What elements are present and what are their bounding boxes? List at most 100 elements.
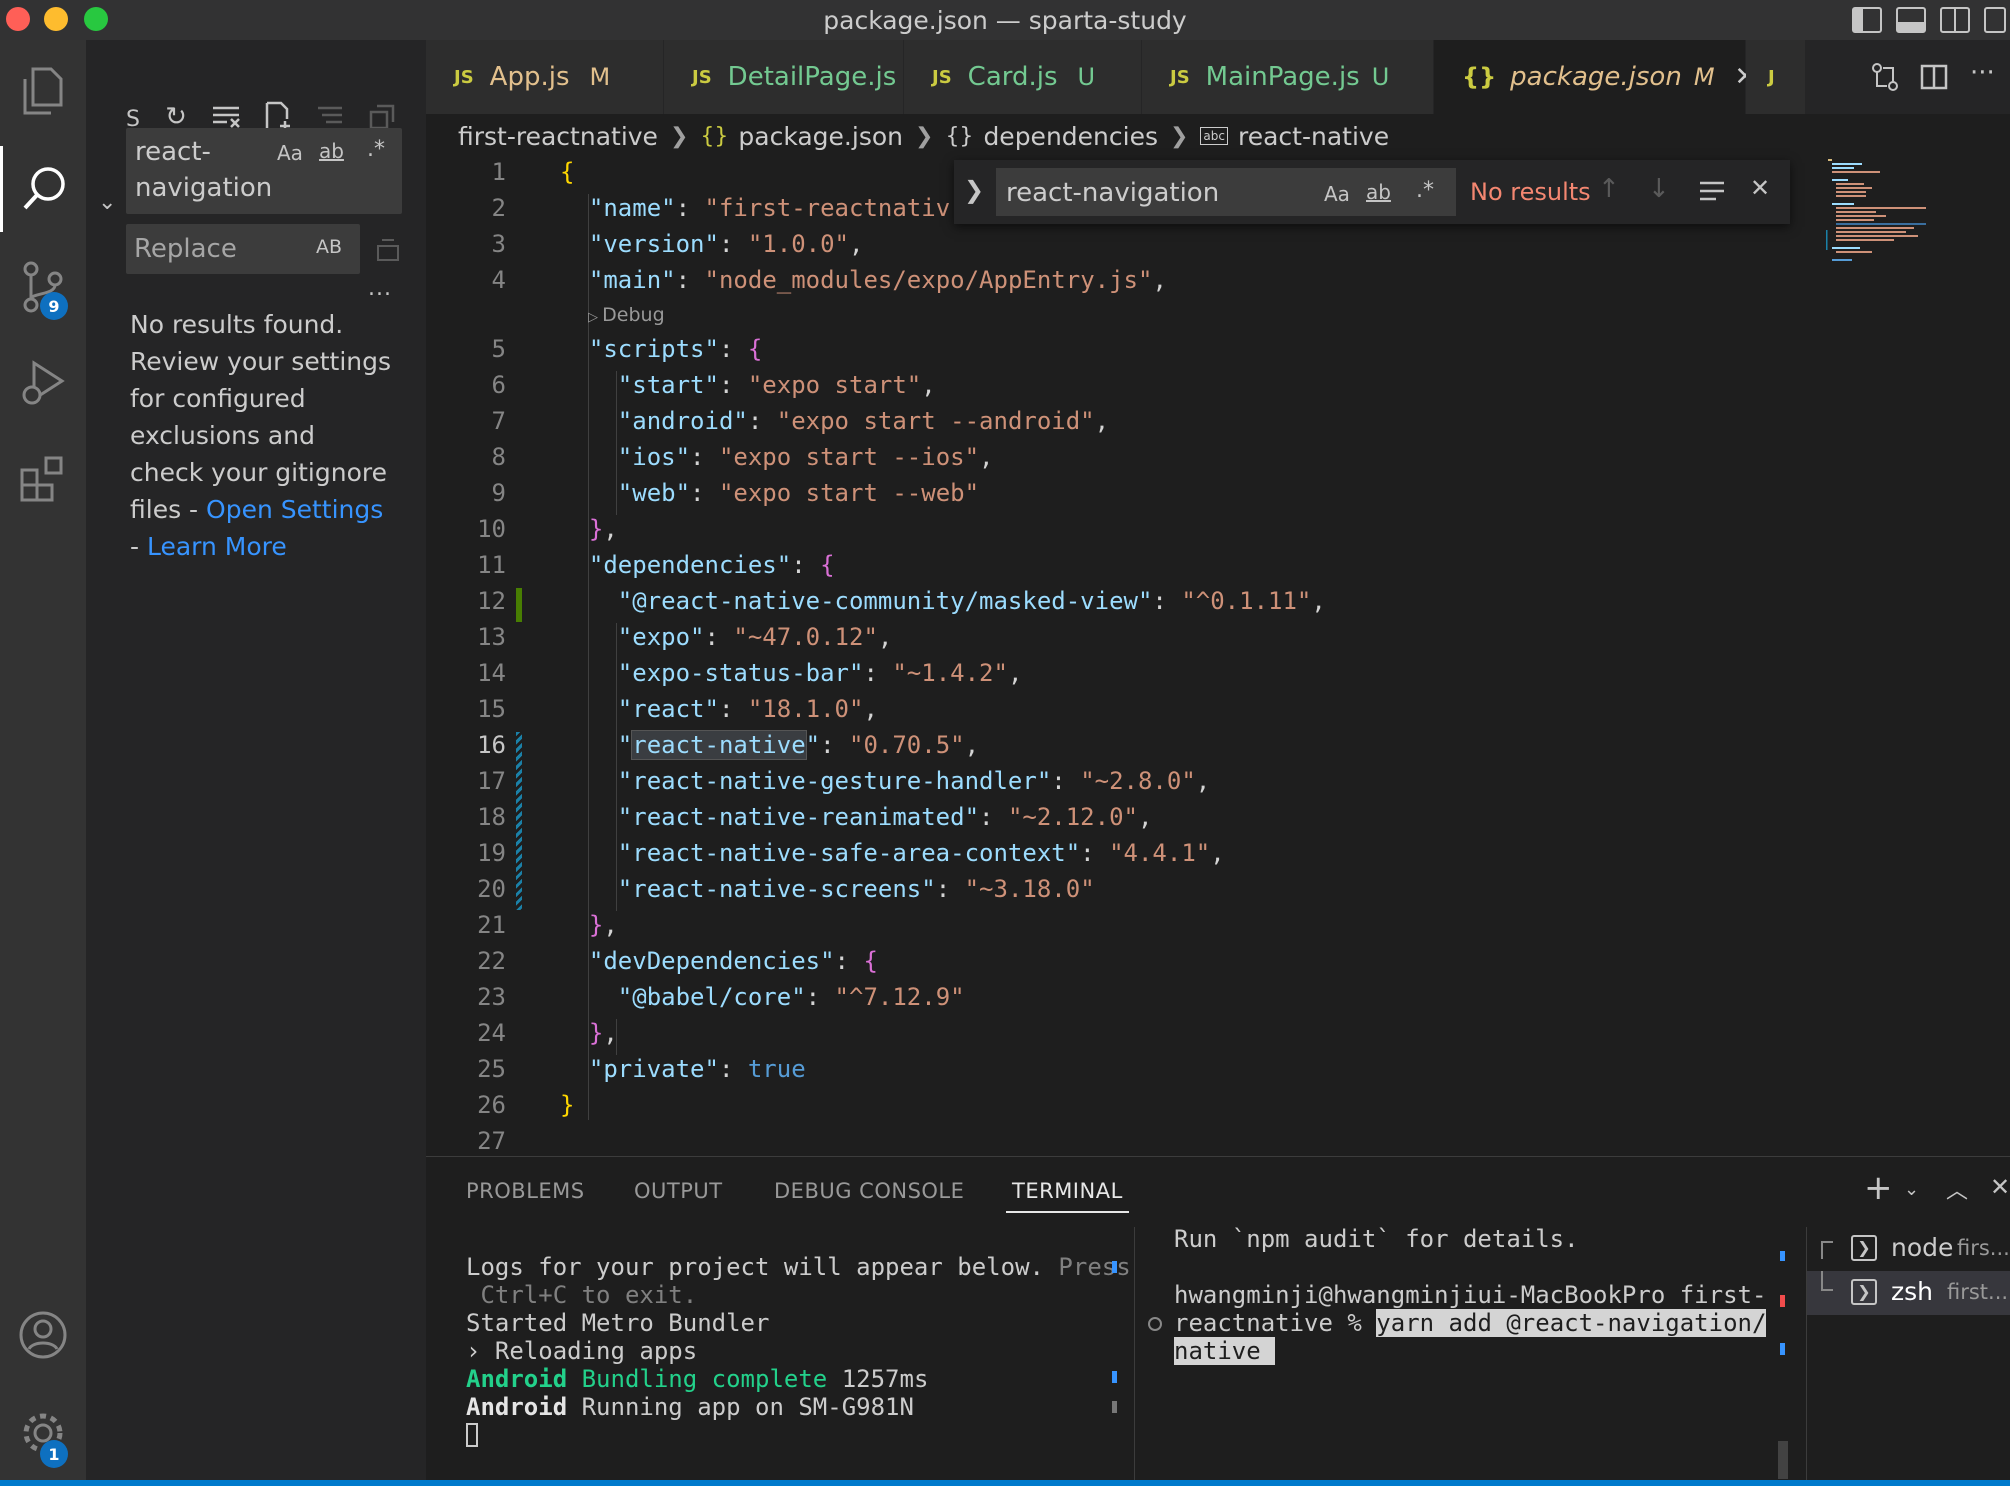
window-title: package.json — sparta-study [823,5,1187,35]
terminal-line: Run `npm audit` for details. [1174,1225,1579,1253]
terminal-tab-zsh[interactable]: ❯ zsh first... [1807,1271,2010,1315]
chevron-down-icon[interactable]: ⌄ [1904,1179,1919,1200]
line-number: 18 [477,803,506,831]
code-editor[interactable]: 1 2 3 4 5 6 7 8 9 10 11 12 13 14 15 16 1… [426,158,2010,1156]
minimap[interactable] [1824,158,2010,268]
search-icon[interactable] [0,146,86,232]
extensions-icon[interactable] [0,436,86,522]
string-property-icon: abc [1200,127,1228,145]
code-line: }, [588,911,618,939]
settings-badge: 1 [40,1440,68,1468]
line-number: 14 [477,659,506,687]
code-line: "android": "expo start --android", [617,407,1110,435]
terminal-cursor [466,1423,478,1447]
close-find-icon[interactable]: ✕ [1750,174,1770,202]
find-input[interactable]: react-navigation Aa ab .* [996,168,1456,216]
bottom-panel: PROBLEMS OUTPUT DEBUG CONSOLE TERMINAL +… [426,1156,2010,1481]
code-line: "ios": "expo start --ios", [617,443,994,471]
line-number: 7 [491,407,506,435]
terminal-icon: ❯ [1851,1279,1877,1305]
line-number: 21 [477,911,506,939]
tab-overflow[interactable]: J [1746,40,1806,114]
match-case-button[interactable]: Aa [277,141,303,165]
explorer-icon[interactable] [0,48,86,134]
close-window-button[interactable] [6,7,30,31]
code-line: "react-native-safe-area-context": "4.4.1… [617,839,1225,867]
breadcrumb-folder[interactable]: first-reactnative [458,122,658,151]
zoom-window-button[interactable] [84,7,108,31]
word-highlight: react-native [631,730,807,760]
settings-gear-icon[interactable]: 1 [0,1390,86,1476]
debug-codelens[interactable]: ▷ Debug [588,304,665,326]
terminal-left[interactable]: Logs for your project will appear below.… [426,1231,1134,1481]
command-decoration-icon[interactable] [1148,1317,1162,1331]
learn-more-link[interactable]: Learn More [147,532,287,561]
use-regex-button[interactable]: .* [367,137,385,162]
code-line: "react-native-reanimated": "~2.12.0", [617,803,1153,831]
match-whole-word-button[interactable]: ab [319,139,344,163]
toggle-panel-icon[interactable] [1896,7,1926,33]
more-options-icon[interactable]: ... [368,276,392,301]
account-icon[interactable] [0,1292,86,1378]
line-number: 10 [477,515,506,543]
preserve-case-button[interactable]: AB [316,236,342,258]
terminal-scrollbar[interactable] [1778,1441,1788,1479]
toggle-secondary-sidebar-icon[interactable] [1940,7,1970,33]
tab-terminal[interactable]: TERMINAL [1006,1179,1129,1213]
open-settings-link[interactable]: Open Settings [206,495,383,524]
line-number: 13 [477,623,506,651]
tab-problems[interactable]: PROBLEMS [466,1179,585,1203]
untracked-status: U [1077,63,1096,91]
close-panel-icon[interactable]: ✕ [1990,1173,2010,1201]
code-line: "react-native-gesture-handler": "~2.8.0"… [617,767,1211,795]
tab-card-js[interactable]: JS Card.js U [904,40,1142,114]
find-in-selection-icon[interactable] [1698,180,1726,206]
tab-app-js[interactable]: JS App.js M [426,40,664,114]
tab-mainpage-js[interactable]: JS MainPage.js U [1142,40,1434,114]
tab-debug-console[interactable]: DEBUG CONSOLE [774,1179,964,1203]
search-input[interactable]: react- navigation Aa ab .* [126,128,402,214]
terminal-name: node [1891,1233,1954,1262]
split-editor-icon[interactable] [1920,64,1948,94]
code-line: }, [588,515,618,543]
use-regex-button[interactable]: .* [1416,178,1434,203]
next-match-icon[interactable]: ↓ [1648,174,1670,204]
minimize-window-button[interactable] [44,7,68,31]
replace-input[interactable]: Replace AB [126,224,360,274]
tree-connector [1821,1241,1833,1259]
run-debug-icon[interactable] [0,340,86,426]
new-terminal-icon[interactable]: + [1864,1171,1893,1205]
toggle-replace-chevron-icon[interactable]: ⌄ [98,190,116,215]
terminal-tab-node[interactable]: ❯ node firs... [1807,1227,2010,1271]
source-control-icon[interactable]: 9 [0,244,86,330]
line-number: 9 [491,479,506,507]
tab-detailpage-js[interactable]: JS DetailPage.js U [664,40,926,114]
match-whole-word-button[interactable]: ab [1366,180,1391,204]
maximize-panel-icon[interactable]: ︿ [1946,1173,1968,1205]
codelens-label: Debug [602,304,665,326]
tab-output[interactable]: OUTPUT [634,1179,723,1203]
tab-package-json[interactable]: {} package.json M ✕ [1434,40,1756,114]
terminal-split-divider[interactable] [1134,1227,1135,1481]
more-actions-icon[interactable]: ··· [1970,58,1995,88]
terminal-right[interactable]: Run `npm audit` for details. hwangminji@… [1136,1225,1806,1481]
terminal-tabs-list: ❯ node firs... ❯ zsh first... [1806,1227,2010,1481]
match-case-button[interactable]: Aa [1324,182,1350,206]
breadcrumb-object[interactable]: dependencies [983,122,1158,151]
open-changes-icon[interactable] [1870,62,1900,96]
object-icon: {} [945,123,974,149]
replace-all-icon[interactable] [374,236,402,268]
terminal-detail: first... [1947,1280,2009,1304]
breadcrumb-file[interactable]: package.json [738,122,903,151]
line-number: 25 [477,1055,506,1083]
customize-layout-icon[interactable] [1984,7,2006,33]
git-modified-marker [516,732,522,910]
toggle-primary-sidebar-icon[interactable] [1852,7,1882,33]
breadcrumb-property[interactable]: react-native [1238,122,1389,151]
tab-label: App.js [489,62,570,92]
toggle-replace-chevron-icon[interactable]: ❯ [964,176,984,204]
js-file-icon: JS [454,66,474,88]
previous-match-icon[interactable]: ↑ [1598,174,1620,204]
code-line: { [560,158,575,186]
terminal-line: › Reloading apps [466,1337,698,1365]
